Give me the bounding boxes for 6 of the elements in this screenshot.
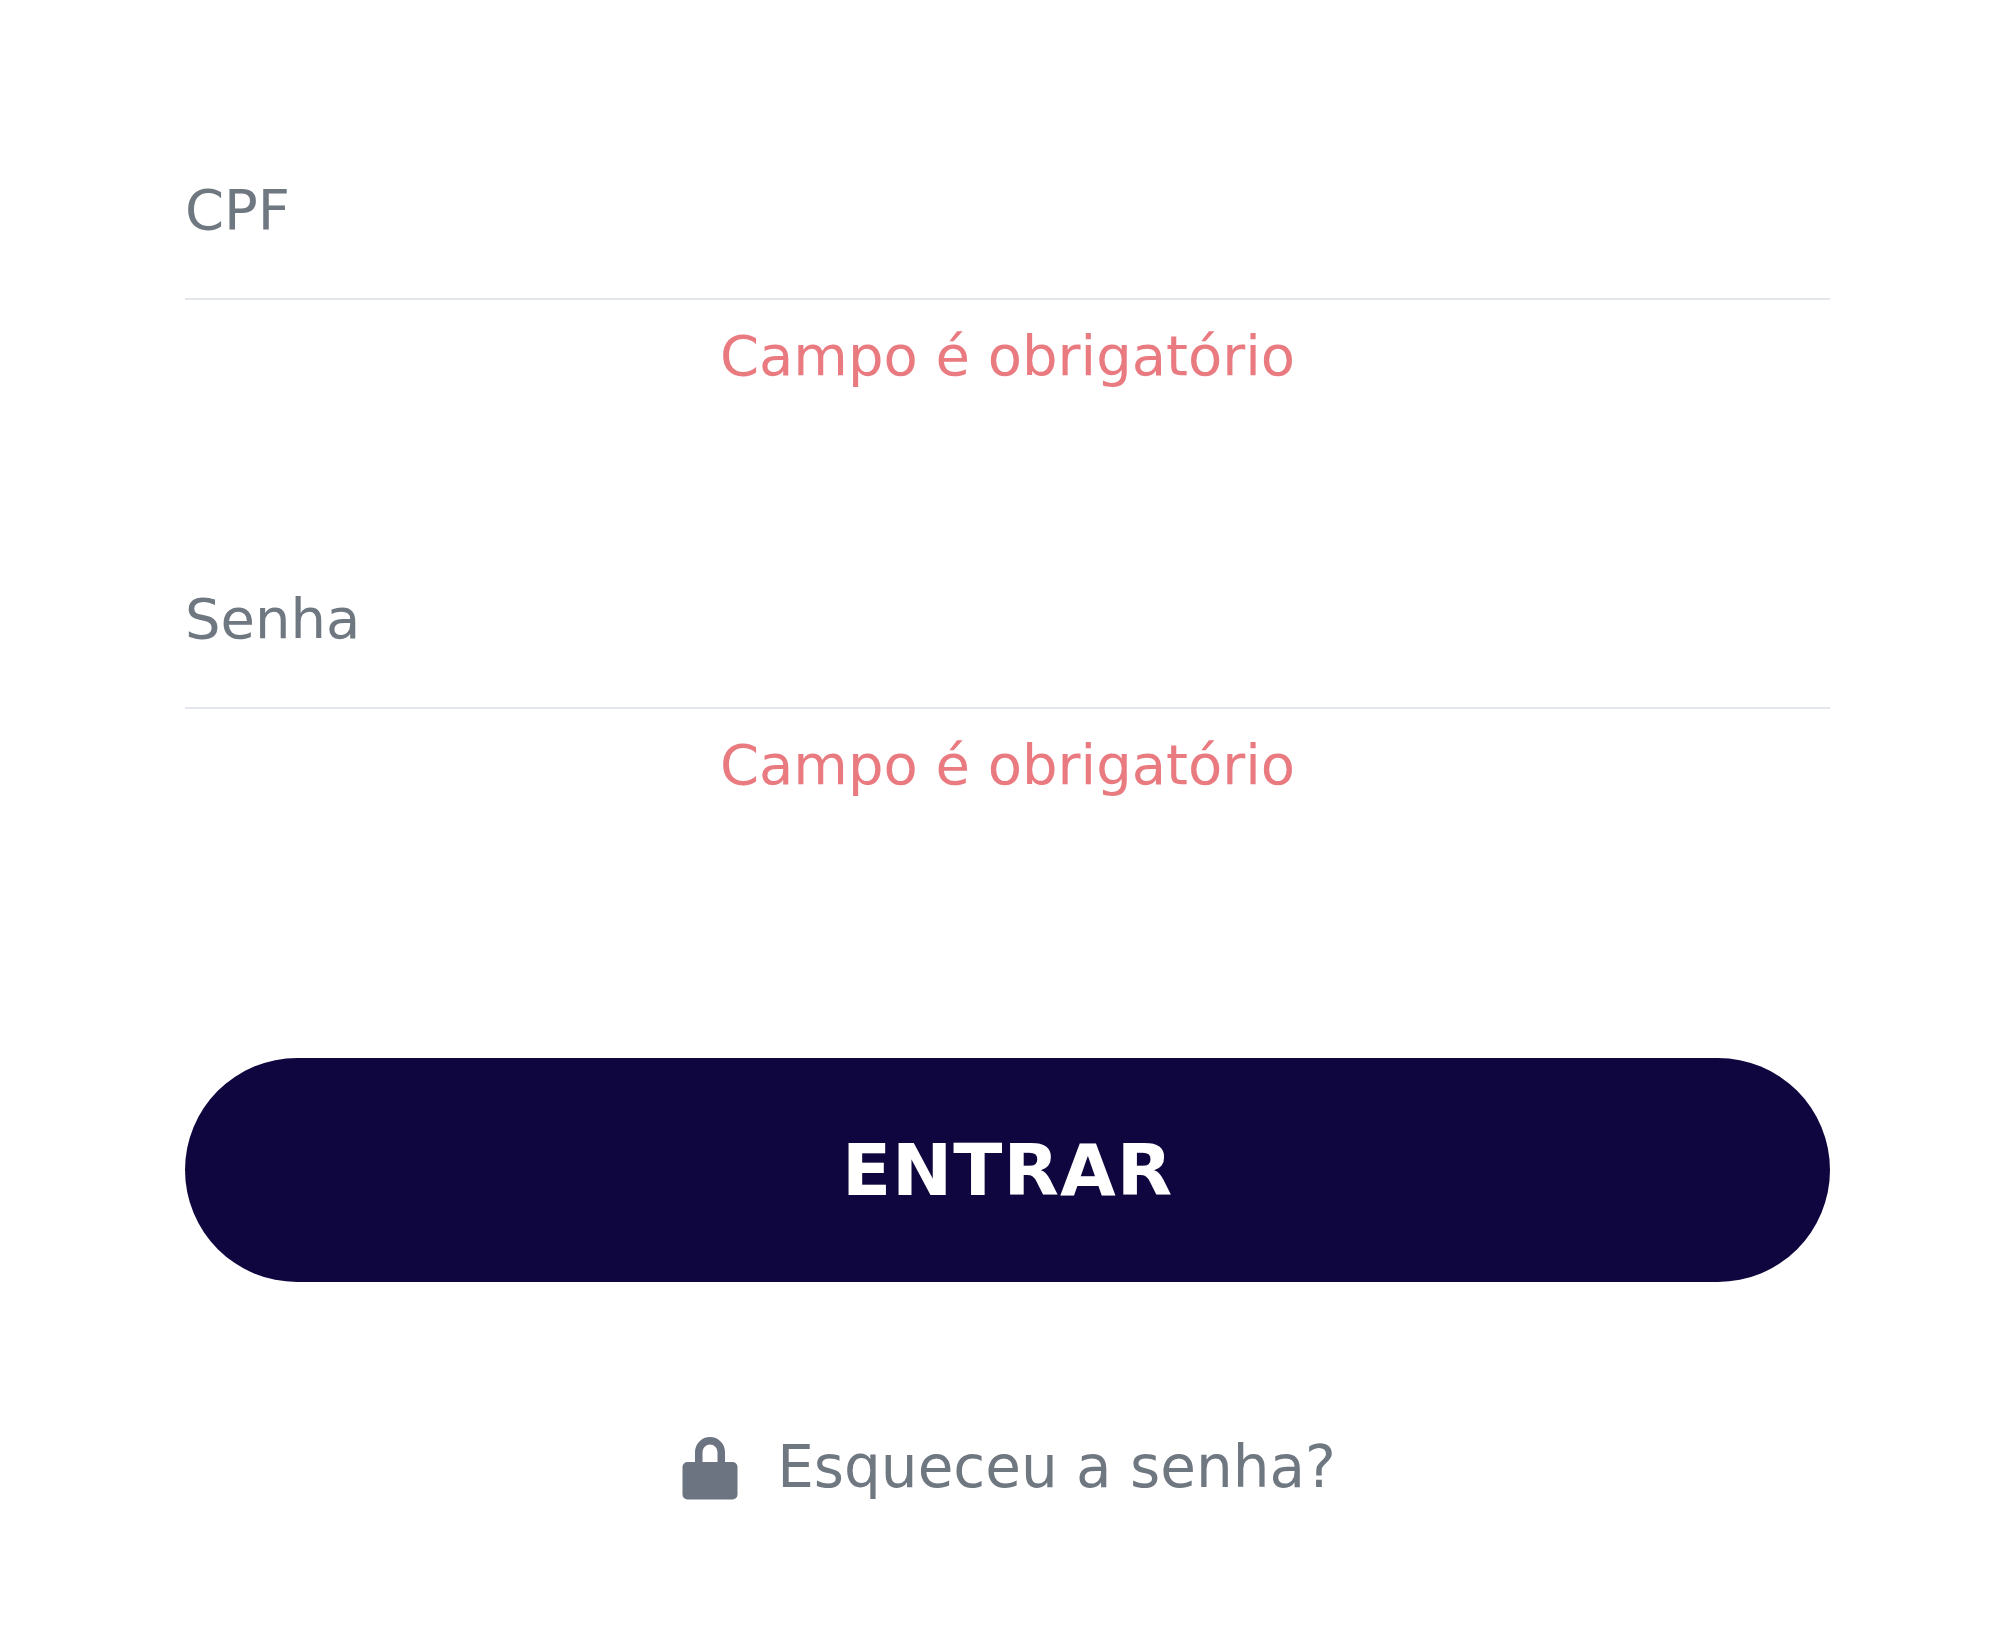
input-field[interactable]: Senha <box>185 559 1830 710</box>
input-field[interactable]: CPF <box>185 150 1830 300</box>
forgot-password-link[interactable]: Esqueceu a senha? <box>679 1432 1336 1503</box>
error-message: Campo é obrigatório <box>718 322 1297 390</box>
login-button[interactable]: ENTRAR <box>185 1058 1830 1283</box>
error-message: Campo é obrigatório <box>718 731 1297 799</box>
